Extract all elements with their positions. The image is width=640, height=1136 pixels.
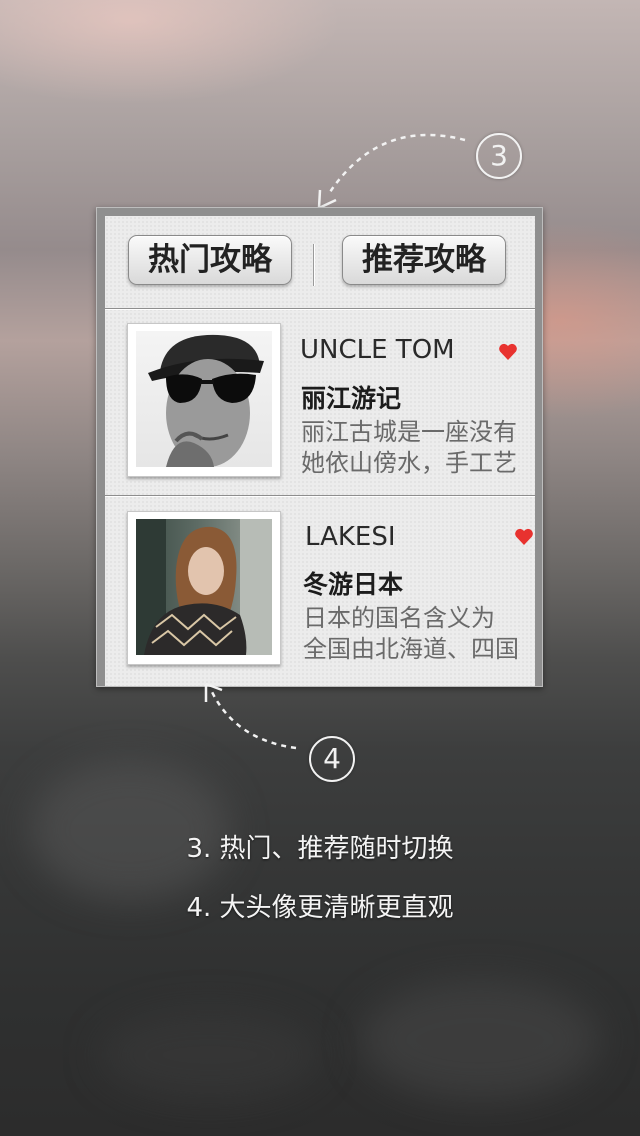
avatar[interactable] — [127, 323, 281, 477]
avatar-photo — [136, 331, 272, 467]
guide-title: 冬游日本 — [303, 570, 404, 599]
tab-recommended-guides[interactable]: 推荐攻略 — [342, 235, 506, 285]
guide-description-line: 日本的国名含义为 — [303, 604, 495, 632]
list-item[interactable]: LAKESI 冬游日本 日本的国名含义为 全国由北海道、四国 — [105, 497, 535, 683]
dashed-arrow-icon — [317, 133, 466, 210]
tab-hot-guides[interactable]: 热门攻略 — [128, 235, 292, 285]
caption-line: 3. 热门、推荐随时切换 — [186, 834, 454, 864]
background-blur — [100, 1010, 320, 1100]
list-item[interactable]: UNCLE TOM 丽江游记 丽江古城是一座没有 她依山傍水，手工艺 — [105, 309, 535, 496]
avatar[interactable] — [127, 511, 281, 665]
heart-icon[interactable] — [514, 527, 534, 547]
author-name: UNCLE TOM — [300, 335, 455, 365]
tab-divider — [313, 244, 314, 286]
heart-icon[interactable] — [498, 342, 518, 362]
author-name: LAKESI — [305, 522, 396, 552]
tab-bar: 热门攻略 推荐攻略 — [105, 216, 535, 309]
avatar-photo — [136, 519, 272, 655]
guide-description-line: 她依山傍水，手工艺 — [301, 449, 517, 477]
card-content: 热门攻略 推荐攻略 UNCLE TOM 丽江游记 丽江古城是一座没有 她依山傍水… — [105, 216, 535, 686]
guide-description-line: 全国由北海道、四国 — [303, 635, 519, 663]
guide-card: 热门攻略 推荐攻略 UNCLE TOM 丽江游记 丽江古城是一座没有 她依山傍水… — [96, 207, 543, 687]
guide-title: 丽江游记 — [301, 384, 402, 413]
guide-description-line: 丽江古城是一座没有 — [301, 418, 517, 446]
step-4-badge: 4 — [309, 736, 355, 782]
background-blur — [360, 980, 600, 1100]
step-3-badge: 3 — [476, 133, 522, 179]
caption-line: 4. 大头像更清晰更直观 — [186, 893, 454, 923]
dashed-arrow-icon — [204, 682, 297, 750]
